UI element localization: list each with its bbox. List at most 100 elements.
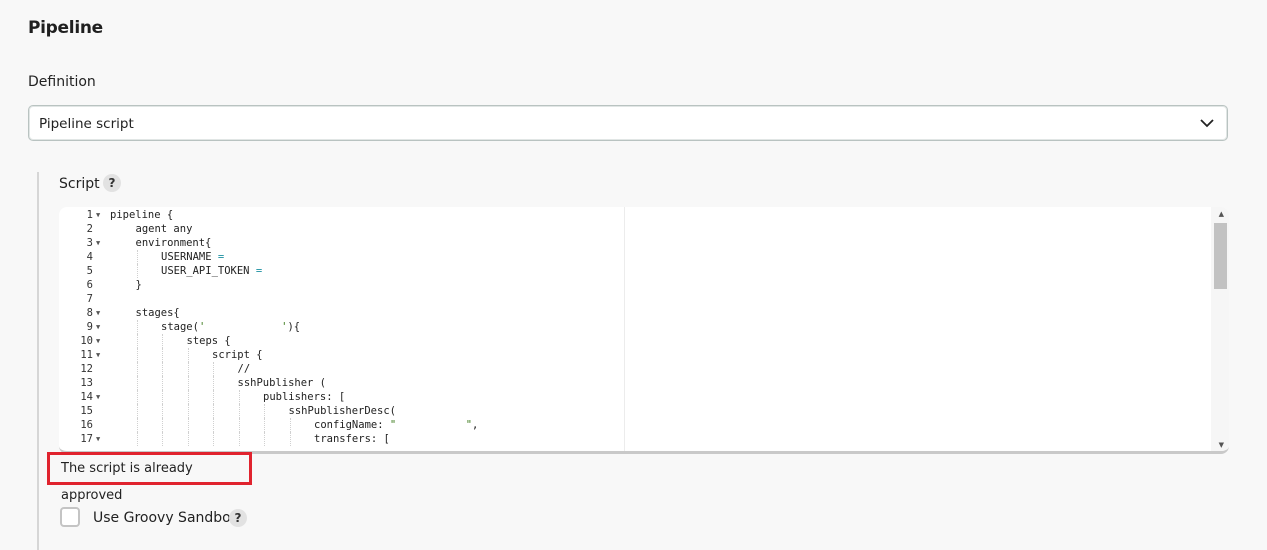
code-line[interactable]: 17 ▼ transfers: [	[59, 432, 1211, 446]
code-text: agent any	[135, 223, 193, 235]
indent-guide	[213, 432, 214, 446]
script-approved-message: The script is already approved	[47, 452, 252, 503]
indent-guide	[162, 376, 163, 390]
code-text: script {	[212, 349, 263, 361]
code-line[interactable]: 15 sshPublisherDesc(	[59, 404, 1211, 418]
line-number: 2	[86, 223, 93, 235]
code-line[interactable]: 14 ▼ publishers: [	[59, 390, 1211, 404]
code-line[interactable]: 12 //	[59, 362, 1211, 376]
fold-arrow-icon[interactable]: ▼	[96, 390, 100, 404]
code-line[interactable]: 13 sshPublisher (	[59, 376, 1211, 390]
section-title: Pipeline	[28, 18, 103, 38]
code-text: USER_API_TOKEN =	[161, 265, 263, 277]
code-text: configName: " ",	[314, 419, 479, 431]
indent-guide	[136, 390, 138, 404]
code-line[interactable]: 4 USERNAME =	[59, 250, 1211, 264]
scroll-down-icon[interactable]: ▼	[1219, 441, 1224, 449]
indent-guide	[136, 264, 138, 278]
indent-guide	[187, 362, 189, 376]
line-number: 7	[86, 293, 93, 305]
scroll-up-icon[interactable]: ▲	[1219, 210, 1224, 218]
indent-guide	[213, 376, 214, 390]
fold-arrow-icon[interactable]: ▼	[96, 306, 100, 320]
line-number: 3	[86, 237, 93, 249]
code-line[interactable]: 11 ▼ script {	[59, 348, 1211, 362]
line-number: 8	[86, 307, 93, 319]
indent-guide	[213, 418, 214, 432]
indent-guide	[136, 432, 138, 446]
indent-guide	[162, 418, 163, 432]
code-text: publishers: [	[263, 391, 346, 403]
code-text: //	[237, 363, 251, 375]
line-number: 5	[86, 265, 93, 277]
definition-select[interactable]: Pipeline script	[28, 105, 1228, 141]
use-groovy-sandbox-label[interactable]: Use Groovy Sandbox	[93, 510, 239, 526]
code-text: sshPublisher (	[237, 377, 327, 389]
indent-guide	[238, 390, 240, 404]
line-number: 1	[86, 209, 93, 221]
indent-guide	[264, 432, 265, 446]
use-groovy-sandbox-checkbox[interactable]	[60, 507, 80, 527]
code-line[interactable]: 5 USER_API_TOKEN =	[59, 264, 1211, 278]
indent-guide	[136, 376, 138, 390]
chevron-down-icon	[1200, 119, 1214, 128]
indent-guide	[213, 362, 214, 376]
code-text: sshPublisherDesc(	[288, 405, 396, 417]
fold-arrow-icon[interactable]: ▼	[96, 348, 100, 362]
scrollbar-thumb[interactable]	[1214, 223, 1227, 289]
code-line[interactable]: 8 ▼ stages{	[59, 306, 1211, 320]
definition-selected-value: Pipeline script	[39, 116, 134, 132]
line-number: 15	[80, 405, 93, 417]
line-number: 14	[80, 391, 93, 403]
indent-guide	[187, 432, 189, 446]
line-number: 12	[80, 363, 93, 375]
sandbox-help-icon[interactable]: ?	[229, 509, 247, 527]
line-number: 13	[80, 377, 93, 389]
indent-guide	[136, 418, 138, 432]
code-line[interactable]: 2 agent any	[59, 222, 1211, 236]
indent-guide	[162, 390, 163, 404]
indent-guide	[238, 404, 240, 418]
line-number: 17	[80, 433, 93, 445]
fold-arrow-icon[interactable]: ▼	[96, 208, 100, 222]
code-text: transfers: [	[314, 433, 390, 445]
indent-guide	[162, 348, 163, 362]
indent-guide	[289, 418, 291, 432]
indent-guide	[136, 334, 138, 348]
code-line[interactable]: 6}	[59, 278, 1211, 292]
code-text: pipeline {	[110, 209, 174, 221]
code-line[interactable]: 7	[59, 292, 1211, 306]
fold-arrow-icon[interactable]: ▼	[96, 432, 100, 446]
code-line[interactable]: 3 ▼ environment{	[59, 236, 1211, 250]
indent-guide	[187, 418, 189, 432]
fold-arrow-icon[interactable]: ▼	[96, 236, 100, 250]
indent-guide	[162, 432, 163, 446]
indent-guide	[136, 404, 138, 418]
script-label: Script	[59, 176, 100, 192]
code-line[interactable]: 1 ▼ pipeline {	[59, 208, 1211, 222]
code-line[interactable]: 9 ▼ stage(' '){	[59, 320, 1211, 334]
code-area[interactable]: 1 ▼ pipeline {2 agent any 3 ▼ environment{4 USE…	[59, 207, 1211, 451]
indent-guide	[238, 418, 240, 432]
fold-arrow-icon[interactable]: ▼	[96, 334, 100, 348]
script-help-icon[interactable]: ?	[103, 174, 121, 192]
nested-section-border	[37, 172, 39, 550]
indent-guide	[238, 432, 240, 446]
line-number: 9	[86, 321, 93, 333]
indent-guide	[162, 404, 163, 418]
indent-guide	[136, 362, 138, 376]
indent-guide	[136, 348, 138, 362]
code-line[interactable]: 16 configName: " ",	[59, 418, 1211, 432]
indent-guide	[213, 390, 214, 404]
code-line[interactable]: 10 ▼ steps {	[59, 334, 1211, 348]
indent-guide	[187, 376, 189, 390]
editor-scrollbar[interactable]: ▲ ▼	[1211, 207, 1229, 451]
line-number: 11	[80, 349, 93, 361]
fold-arrow-icon[interactable]: ▼	[96, 320, 100, 334]
code-text: stage(' '){	[161, 321, 301, 333]
code-text: steps {	[186, 335, 231, 347]
indent-guide	[162, 362, 163, 376]
script-editor[interactable]: 1 ▼ pipeline {2 agent any 3 ▼ environment{4 USE…	[59, 207, 1229, 454]
definition-label: Definition	[28, 74, 96, 90]
line-number: 6	[86, 279, 93, 291]
